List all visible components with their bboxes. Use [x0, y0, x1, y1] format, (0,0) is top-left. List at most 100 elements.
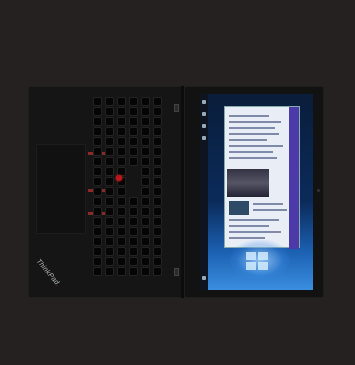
keyboard-key [154, 158, 161, 165]
text-line [229, 115, 269, 117]
keyboard-key [130, 198, 137, 205]
keyboard-key [118, 228, 125, 235]
keyboard-key [130, 148, 137, 155]
keyboard-key [130, 98, 137, 105]
keyboard-key [142, 188, 149, 195]
keyboard-key [130, 248, 137, 255]
start-icon [202, 100, 206, 104]
keyboard-key [130, 208, 137, 215]
camera-icon [317, 189, 320, 192]
keyboard-key [118, 138, 125, 145]
keyboard-key [106, 158, 113, 165]
keyboard-key [142, 268, 149, 275]
text-line [229, 139, 267, 141]
keyboard-key [94, 268, 101, 275]
keyboard-key [118, 198, 125, 205]
keyboard-key [154, 218, 161, 225]
keyboard-key [142, 178, 149, 185]
display [200, 94, 313, 290]
keyboard-key [142, 238, 149, 245]
keyboard-key [130, 128, 137, 135]
keyboard-key [106, 238, 113, 245]
text-line [229, 121, 281, 123]
keyboard-key [154, 258, 161, 265]
app-icon [202, 136, 206, 140]
text-line [229, 225, 269, 227]
keyboard-key [154, 168, 161, 175]
keyboard-key [94, 218, 101, 225]
keyboard-key [154, 248, 161, 255]
keyboard-key [142, 168, 149, 175]
laptop: ThinkPad. [28, 86, 324, 298]
keyboard-key [154, 128, 161, 135]
keyboard-key [106, 208, 113, 215]
app-icon [202, 124, 206, 128]
keyboard-key [94, 248, 101, 255]
window-sidebar [289, 107, 299, 249]
keyboard-key [154, 238, 161, 245]
keyboard-key [118, 108, 125, 115]
keyboard-key [94, 238, 101, 245]
text-line [229, 127, 275, 129]
keyboard-key [142, 138, 149, 145]
image-thumbnail [229, 201, 249, 215]
text-line [229, 219, 279, 221]
keyboard-key [94, 98, 101, 105]
keyboard-key [130, 268, 137, 275]
logo-pane [258, 252, 268, 260]
text-line [229, 145, 283, 147]
keyboard-key [106, 98, 113, 105]
app-icon [202, 112, 206, 116]
keyboard-key [142, 228, 149, 235]
logo-pane [258, 262, 268, 270]
keyboard-key [142, 158, 149, 165]
keyboard-key [94, 188, 101, 195]
keyboard-key [142, 148, 149, 155]
keyboard-key [106, 108, 113, 115]
keyboard-key [106, 148, 113, 155]
keyboard-key [118, 118, 125, 125]
photo-stage: ThinkPad. [0, 0, 355, 365]
keyboard-key [130, 238, 137, 245]
keyboard-key [106, 268, 113, 275]
keyboard-key [94, 118, 101, 125]
keyboard-key [94, 228, 101, 235]
keyboard-key [106, 128, 113, 135]
keyboard-key [142, 98, 149, 105]
keyboard-key [154, 208, 161, 215]
keyboard-key [106, 248, 113, 255]
keyboard-key [154, 178, 161, 185]
text-line [229, 231, 281, 233]
keyboard-key [94, 168, 101, 175]
taskbar [200, 94, 208, 290]
keyboard-key [94, 158, 101, 165]
keyboard-key [130, 138, 137, 145]
thinkpad-logo: ThinkPad. [35, 258, 62, 288]
keyboard-key [154, 148, 161, 155]
keyboard-key [142, 198, 149, 205]
keyboard-deck: ThinkPad. [28, 86, 184, 298]
text-line [229, 157, 277, 159]
keyboard-key [154, 228, 161, 235]
keyboard-key [106, 118, 113, 125]
keyboard-key [118, 258, 125, 265]
keyboard-key [130, 158, 137, 165]
keyboard-key [118, 268, 125, 275]
keyboard-key [94, 128, 101, 135]
logo-pane [246, 252, 256, 260]
keyboard-key [106, 258, 113, 265]
keyboard-key [142, 218, 149, 225]
text-line [253, 209, 287, 211]
keyboard-key [154, 118, 161, 125]
keyboard-key [106, 188, 113, 195]
text-line [229, 237, 265, 239]
keyboard-key [118, 218, 125, 225]
keyboard-key [142, 118, 149, 125]
keyboard-key [106, 138, 113, 145]
keyboard-key [154, 198, 161, 205]
keyboard-key [154, 138, 161, 145]
logo-text: ThinkPad [34, 258, 61, 287]
screen-lid [184, 86, 324, 298]
trackpoint [116, 175, 122, 181]
tray-icon [202, 276, 206, 280]
